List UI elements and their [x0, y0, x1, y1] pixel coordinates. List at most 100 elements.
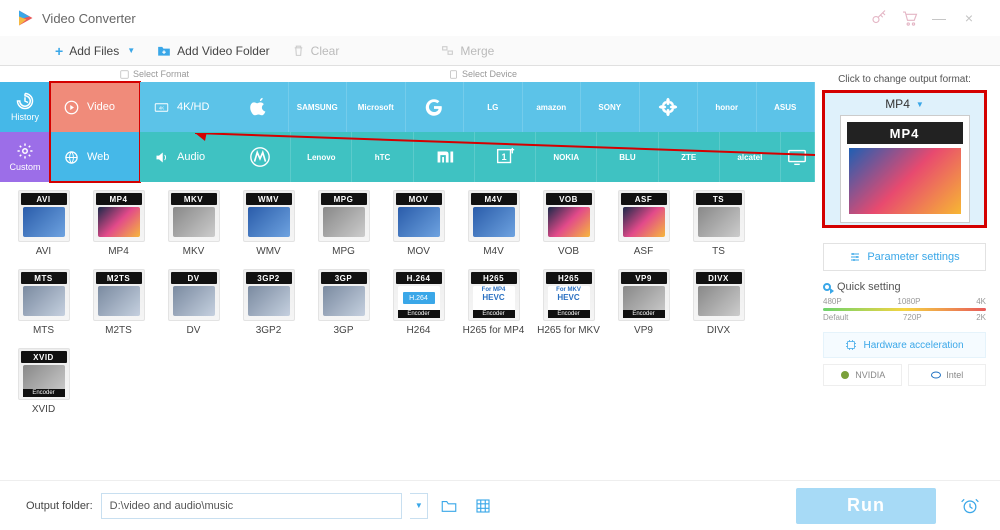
- clear-button[interactable]: Clear: [292, 44, 340, 58]
- format-m4v[interactable]: M4VM4V: [466, 190, 521, 257]
- brand-alcatel[interactable]: alcatel: [720, 132, 781, 182]
- format-asf[interactable]: ASFASF: [616, 190, 671, 257]
- brand-google[interactable]: [406, 82, 465, 132]
- format-3gp2[interactable]: 3GP23GP2: [241, 269, 296, 336]
- brand-lenovo[interactable]: Lenovo: [291, 132, 352, 182]
- film-icon[interactable]: [470, 493, 496, 519]
- brand-nokia[interactable]: NOKIA: [536, 132, 597, 182]
- nvidia-chip[interactable]: NVIDIA: [823, 364, 902, 386]
- brand-motorola[interactable]: [230, 132, 291, 182]
- format-xvid[interactable]: XVIDEncoderXVID: [16, 348, 71, 415]
- format-ts[interactable]: TSTS: [691, 190, 746, 257]
- alarm-icon[interactable]: [954, 490, 986, 522]
- format-m2ts[interactable]: M2TSM2TS: [91, 269, 146, 336]
- app-title: Video Converter: [42, 11, 136, 26]
- brand-blu[interactable]: BLU: [597, 132, 658, 182]
- quick-setting-label: Quick setting: [837, 281, 901, 293]
- nvidia-label: NVIDIA: [855, 370, 885, 380]
- add-files-button[interactable]: + Add Files ▼: [55, 43, 135, 59]
- strip-header: Select Format Select Device: [0, 66, 815, 82]
- hardware-acceleration-button[interactable]: Hardware acceleration: [823, 332, 986, 358]
- format-divx[interactable]: DIVXDIVX: [691, 269, 746, 336]
- category-web[interactable]: Web: [50, 132, 140, 182]
- brand-xiaomi[interactable]: [414, 132, 475, 182]
- brand-samsung[interactable]: SAMSUNG: [289, 82, 348, 132]
- brand-asus[interactable]: ASUS: [757, 82, 816, 132]
- brand-microsoft[interactable]: Microsoft: [347, 82, 406, 132]
- add-folder-button[interactable]: Add Video Folder: [157, 44, 270, 58]
- output-format-hint: Click to change output format:: [823, 74, 986, 85]
- add-files-label: Add Files: [69, 44, 119, 58]
- caret-down-icon: ▼: [916, 100, 924, 109]
- brand-tv[interactable]: [781, 132, 815, 182]
- output-format-selector[interactable]: MP4 ▼ MP4: [823, 91, 986, 227]
- format-3gp[interactable]: 3GP3GP: [316, 269, 371, 336]
- brand-huawei[interactable]: [640, 82, 699, 132]
- brand-sony[interactable]: SONY: [581, 82, 640, 132]
- minimize-button[interactable]: —: [924, 3, 954, 33]
- hardware-accel-label: Hardware acceleration: [863, 340, 963, 351]
- category-video[interactable]: Video: [50, 82, 140, 132]
- svg-text:1: 1: [502, 152, 507, 162]
- format-mts[interactable]: MTSMTS: [16, 269, 71, 336]
- app-logo-icon: [16, 9, 34, 27]
- custom-tab[interactable]: Custom: [0, 132, 50, 182]
- folder-plus-icon: [157, 44, 171, 58]
- merge-icon: [441, 44, 454, 57]
- category-audio[interactable]: Audio: [140, 132, 230, 182]
- category-audio-label: Audio: [177, 151, 205, 163]
- add-folder-label: Add Video Folder: [177, 44, 270, 58]
- format-dv[interactable]: DVDV: [166, 269, 221, 336]
- format-vp9[interactable]: VP9EncoderVP9: [616, 269, 671, 336]
- brand-amazon[interactable]: amazon: [523, 82, 582, 132]
- brand-oneplus[interactable]: 1: [475, 132, 536, 182]
- format-mov[interactable]: MOVMOV: [391, 190, 446, 257]
- bottom-bar: Output folder: D:\video and audio\music …: [0, 480, 1000, 530]
- format-mpg[interactable]: MPGMPG: [316, 190, 371, 257]
- output-folder-label: Output folder:: [26, 500, 93, 512]
- format-preview-thumbnail: MP4: [840, 115, 970, 223]
- format-strip: History Custom Video Web: [0, 82, 815, 182]
- select-format-header: Select Format: [120, 66, 189, 82]
- category-video-label: Video: [87, 101, 115, 113]
- intel-label: Intel: [946, 370, 963, 380]
- format-wmv[interactable]: WMVWMV: [241, 190, 296, 257]
- register-icon[interactable]: [864, 3, 894, 33]
- brand-zte[interactable]: ZTE: [659, 132, 720, 182]
- close-button[interactable]: ×: [954, 3, 984, 33]
- resolution-slider[interactable]: 480P 1080P 4K Default 720P 2K: [823, 297, 986, 322]
- format-h265-for-mkv[interactable]: H265For MKVHEVCEncoderH265 for MKV: [541, 269, 596, 336]
- brand-htc[interactable]: hTC: [352, 132, 413, 182]
- run-label: Run: [847, 495, 885, 516]
- merge-button[interactable]: Merge: [441, 44, 494, 58]
- cart-icon[interactable]: [894, 3, 924, 33]
- titlebar: Video Converter — ×: [0, 0, 1000, 36]
- right-panel: Click to change output format: MP4 ▼ MP4…: [815, 66, 1000, 480]
- history-tab[interactable]: History: [0, 82, 50, 132]
- open-folder-icon[interactable]: [436, 493, 462, 519]
- format-mkv[interactable]: MKVMKV: [166, 190, 221, 257]
- select-device-header: Select Device: [449, 66, 517, 82]
- category-4khd[interactable]: 4K 4K/HD: [140, 82, 230, 132]
- toolbar: + Add Files ▼ Add Video Folder Clear Mer…: [0, 36, 1000, 66]
- format-mp4[interactable]: MP4MP4: [91, 190, 146, 257]
- output-folder-dropdown[interactable]: ▼: [410, 493, 428, 519]
- output-folder-field[interactable]: D:\video and audio\music: [101, 493, 403, 519]
- clear-label: Clear: [311, 44, 340, 58]
- format-h264[interactable]: H.264H.264EncoderH264: [391, 269, 446, 336]
- run-button[interactable]: Run: [796, 488, 936, 524]
- brand-apple[interactable]: [230, 82, 289, 132]
- output-folder-value: D:\video and audio\music: [110, 500, 234, 512]
- category-hd-label: 4K/HD: [177, 101, 209, 113]
- trash-icon: [292, 44, 305, 57]
- intel-chip[interactable]: Intel: [908, 364, 987, 386]
- format-vob[interactable]: VOBVOB: [541, 190, 596, 257]
- format-h265-for-mp4[interactable]: H265For MP4HEVCEncoderH265 for MP4: [466, 269, 521, 336]
- parameter-settings-button[interactable]: Parameter settings: [823, 243, 986, 271]
- format-avi[interactable]: AVIAVI: [16, 190, 71, 257]
- merge-label: Merge: [460, 44, 494, 58]
- brand-honor[interactable]: honor: [698, 82, 757, 132]
- brand-lg[interactable]: LG: [464, 82, 523, 132]
- svg-text:4K: 4K: [159, 105, 164, 110]
- selected-format-label: MP4: [885, 97, 910, 111]
